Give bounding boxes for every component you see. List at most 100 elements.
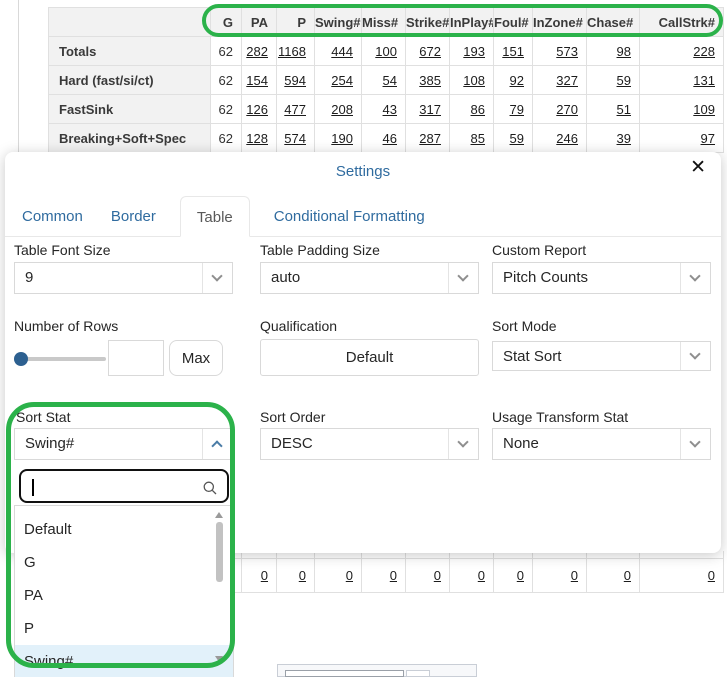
stat-link[interactable]: 154: [246, 73, 268, 88]
stat-link[interactable]: 0: [571, 568, 578, 583]
qualification-button[interactable]: Default: [260, 339, 479, 376]
stat-link[interactable]: 228: [693, 44, 715, 59]
background-widget-input[interactable]: [285, 670, 404, 677]
select-divider: [680, 342, 710, 370]
stat-link[interactable]: 287: [419, 131, 441, 146]
dropdown-option[interactable]: Default: [15, 513, 233, 546]
close-icon[interactable]: ✕: [690, 158, 706, 177]
column-header[interactable]: Swing#: [315, 8, 362, 37]
column-header[interactable]: InPlay#: [450, 8, 494, 37]
stat-link[interactable]: 317: [419, 102, 441, 117]
stat-link[interactable]: 0: [299, 568, 306, 583]
stat-link[interactable]: 85: [471, 131, 485, 146]
stat-link[interactable]: 270: [556, 102, 578, 117]
scrollbar-thumb[interactable]: [216, 522, 223, 582]
sort-mode-select[interactable]: Stat Sort: [492, 341, 711, 371]
column-header[interactable]: Miss#: [362, 8, 406, 37]
stat-link[interactable]: 59: [617, 73, 631, 88]
stat-link[interactable]: 208: [331, 102, 353, 117]
column-header[interactable]: PA: [242, 8, 277, 37]
stat-link[interactable]: 0: [624, 568, 631, 583]
rows-input[interactable]: [108, 340, 164, 376]
column-header[interactable]: P: [277, 8, 315, 37]
stat-link[interactable]: 0: [261, 568, 268, 583]
table-cell: 270: [533, 95, 587, 124]
column-header[interactable]: Chase#: [587, 8, 640, 37]
stat-link[interactable]: 92: [510, 73, 524, 88]
custom-report-label: Custom Report: [492, 242, 586, 258]
stat-link[interactable]: 54: [383, 73, 397, 88]
stat-link[interactable]: 79: [510, 102, 524, 117]
column-header[interactable]: G: [211, 8, 242, 37]
sort-stat-select[interactable]: Swing#: [14, 428, 233, 460]
stat-link[interactable]: 59: [510, 131, 524, 146]
stat-link[interactable]: 97: [701, 131, 715, 146]
stat-link[interactable]: 282: [246, 44, 268, 59]
background-widget-button[interactable]: [406, 670, 430, 677]
modal-title: Settings: [5, 163, 721, 180]
stat-link[interactable]: 477: [284, 102, 306, 117]
background-divider: [18, 0, 19, 152]
stat-link[interactable]: 573: [556, 44, 578, 59]
stat-link[interactable]: 0: [434, 568, 441, 583]
table-cell: 594: [277, 66, 315, 95]
column-header[interactable]: Strike#: [406, 8, 450, 37]
stat-link[interactable]: 43: [383, 102, 397, 117]
stat-link[interactable]: 327: [556, 73, 578, 88]
stat-link[interactable]: 0: [346, 568, 353, 583]
table-cell: 51: [587, 95, 640, 124]
table-cell: 246: [533, 124, 587, 153]
rows-slider[interactable]: [14, 340, 106, 378]
stat-link[interactable]: 0: [517, 568, 524, 583]
stat-link[interactable]: 151: [502, 44, 524, 59]
stat-link[interactable]: 109: [693, 102, 715, 117]
stat-link[interactable]: 108: [463, 73, 485, 88]
tab-table[interactable]: Table: [180, 196, 250, 237]
scroll-down-icon[interactable]: [215, 656, 223, 662]
table-font-size-select[interactable]: 9: [14, 262, 233, 294]
stat-link[interactable]: 254: [331, 73, 353, 88]
stat-link[interactable]: 1168: [278, 44, 306, 59]
scroll-up-icon[interactable]: [215, 512, 223, 518]
usage-transform-stat-select[interactable]: None: [492, 428, 711, 460]
stat-link[interactable]: 246: [556, 131, 578, 146]
column-header[interactable]: InZone#: [533, 8, 587, 37]
stat-link[interactable]: 444: [331, 44, 353, 59]
stat-link[interactable]: 51: [617, 102, 631, 117]
stat-link[interactable]: 574: [284, 131, 306, 146]
dropdown-option[interactable]: P: [15, 612, 233, 645]
tab-conditional-formatting[interactable]: Conditional Formatting: [274, 196, 425, 236]
dropdown-option[interactable]: G: [15, 546, 233, 579]
stat-link[interactable]: 39: [617, 131, 631, 146]
stat-link[interactable]: 594: [284, 73, 306, 88]
dropdown-option[interactable]: Swing#: [15, 645, 233, 677]
tab-border[interactable]: Border: [111, 196, 156, 236]
stat-link[interactable]: 672: [419, 44, 441, 59]
stat-link[interactable]: 100: [375, 44, 397, 59]
sort-order-select[interactable]: DESC: [260, 428, 479, 460]
table-cell: 574: [277, 124, 315, 153]
stat-link[interactable]: 126: [246, 102, 268, 117]
stat-link[interactable]: 128: [246, 131, 268, 146]
stat-link[interactable]: 86: [471, 102, 485, 117]
column-header[interactable]: Foul#: [494, 8, 533, 37]
stat-link[interactable]: 385: [419, 73, 441, 88]
table-cell: 0: [315, 558, 362, 592]
custom-report-select[interactable]: Pitch Counts: [492, 262, 711, 294]
table-padding-size-select[interactable]: auto: [260, 262, 479, 294]
stat-link[interactable]: 0: [708, 568, 715, 583]
stat-link[interactable]: 98: [617, 44, 631, 59]
stat-link[interactable]: 193: [463, 44, 485, 59]
stat-link[interactable]: 0: [478, 568, 485, 583]
stat-link[interactable]: 190: [331, 131, 353, 146]
table-cell: 0: [587, 558, 640, 592]
stat-link[interactable]: 46: [383, 131, 397, 146]
stat-link[interactable]: 131: [693, 73, 715, 88]
column-header[interactable]: CallStrk#: [640, 8, 724, 37]
stat-link[interactable]: 0: [390, 568, 397, 583]
dropdown-option[interactable]: PA: [15, 579, 233, 612]
tab-common[interactable]: Common: [22, 196, 83, 236]
search-input[interactable]: [31, 474, 191, 498]
slider-thumb[interactable]: [14, 352, 28, 366]
max-button[interactable]: Max: [169, 340, 223, 376]
